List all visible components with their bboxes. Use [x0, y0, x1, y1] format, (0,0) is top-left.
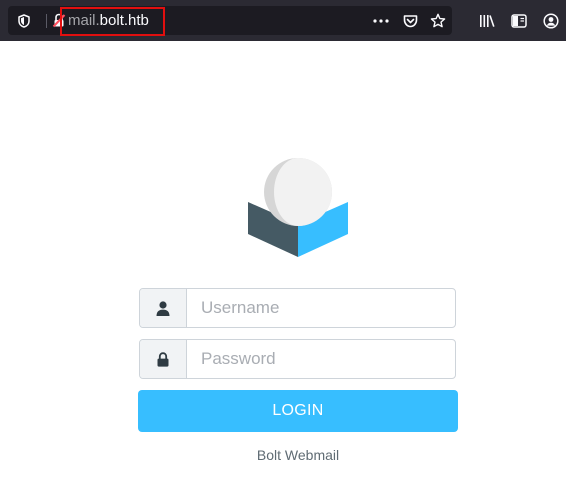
shield-icon[interactable] — [14, 6, 34, 35]
login-button[interactable]: LOGIN — [138, 390, 458, 432]
star-icon[interactable] — [427, 6, 449, 35]
roundcube-logo — [246, 156, 350, 263]
footer-product-name: Bolt Webmail — [256, 447, 340, 463]
lock-icon — [140, 340, 187, 378]
browser-toolbar: mail.bolt.htb — [0, 0, 566, 41]
username-field — [139, 288, 456, 328]
sidebar-icon[interactable] — [508, 6, 530, 35]
separator — [46, 14, 47, 28]
library-icon[interactable] — [476, 6, 498, 35]
password-field — [139, 339, 456, 379]
url-text[interactable]: mail.bolt.htb — [68, 6, 149, 35]
password-input[interactable] — [187, 340, 453, 378]
username-input[interactable] — [187, 289, 453, 327]
account-icon[interactable] — [540, 6, 562, 35]
address-bar[interactable]: mail.bolt.htb — [8, 6, 452, 36]
more-horizontal-icon[interactable] — [370, 6, 392, 35]
pocket-icon[interactable] — [399, 6, 421, 35]
url-host-prefix: mail. — [68, 12, 100, 29]
url-domain: bolt.htb — [99, 12, 149, 29]
user-icon — [140, 289, 187, 327]
